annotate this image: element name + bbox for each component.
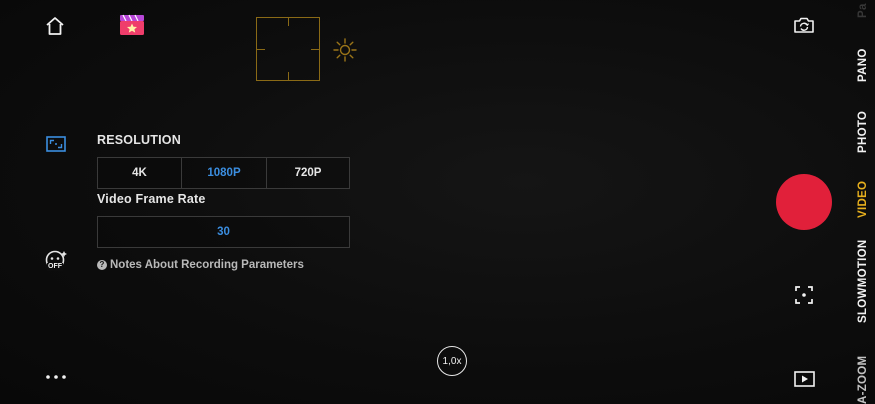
resolution-title: RESOLUTION (97, 133, 181, 147)
home-button[interactable] (43, 14, 67, 38)
mode-pano[interactable]: PANO (857, 48, 869, 82)
focus-tick-right (311, 49, 319, 50)
exposure-control[interactable] (332, 37, 358, 63)
switch-camera-button[interactable] (792, 15, 816, 35)
focus-tick-top (288, 18, 289, 26)
mode-pano-partial: Pa (857, 3, 869, 18)
mode-a-zoom[interactable]: A-ZOOM (857, 356, 869, 404)
more-button[interactable] (44, 370, 68, 384)
mode-video[interactable]: VIDEO (857, 181, 869, 218)
more-dots-icon (46, 375, 66, 379)
mode-photo[interactable]: PHOTO (857, 111, 869, 153)
switch-camera-icon (794, 17, 814, 33)
beauty-button[interactable]: OFF (43, 249, 69, 275)
focus-frame[interactable] (256, 17, 320, 81)
focus-frame-icon (795, 286, 813, 304)
zoom-label: 1,0x (442, 355, 462, 367)
recording-notes-link[interactable]: ? Notes About Recording Parameters (97, 259, 304, 271)
movie-clapper-star-icon (120, 14, 144, 35)
home-icon (46, 17, 64, 35)
resolution-option-720p[interactable]: 720P (266, 157, 350, 189)
frame-rate-title: Video Frame Rate (97, 192, 206, 206)
play-gallery-icon (793, 371, 815, 387)
record-button[interactable] (776, 174, 832, 230)
frame-rate-options: 30 (97, 216, 350, 248)
resolution-settings-icon (46, 136, 66, 152)
zoom-button[interactable]: 1,0x (437, 346, 467, 376)
beauty-face-icon (45, 250, 67, 271)
recording-notes-label: Notes About Recording Parameters (110, 259, 304, 271)
gallery-button[interactable] (793, 370, 815, 388)
app-button[interactable] (119, 14, 145, 36)
resolution-settings-button[interactable] (45, 134, 67, 154)
question-icon: ? (97, 260, 107, 270)
resolution-option-1080p[interactable]: 1080P (181, 157, 267, 189)
beauty-state-label: OFF (48, 263, 62, 270)
frame-rate-option-30[interactable]: 30 (97, 216, 350, 248)
focus-frame-button[interactable] (793, 284, 815, 306)
mode-slowmotion[interactable]: SLOWMOTION (857, 240, 869, 324)
focus-tick-bottom (288, 72, 289, 80)
resolution-options: 4K 1080P 720P (97, 157, 350, 189)
sun-icon (333, 38, 357, 62)
resolution-option-4k[interactable]: 4K (97, 157, 182, 189)
focus-tick-left (257, 49, 265, 50)
